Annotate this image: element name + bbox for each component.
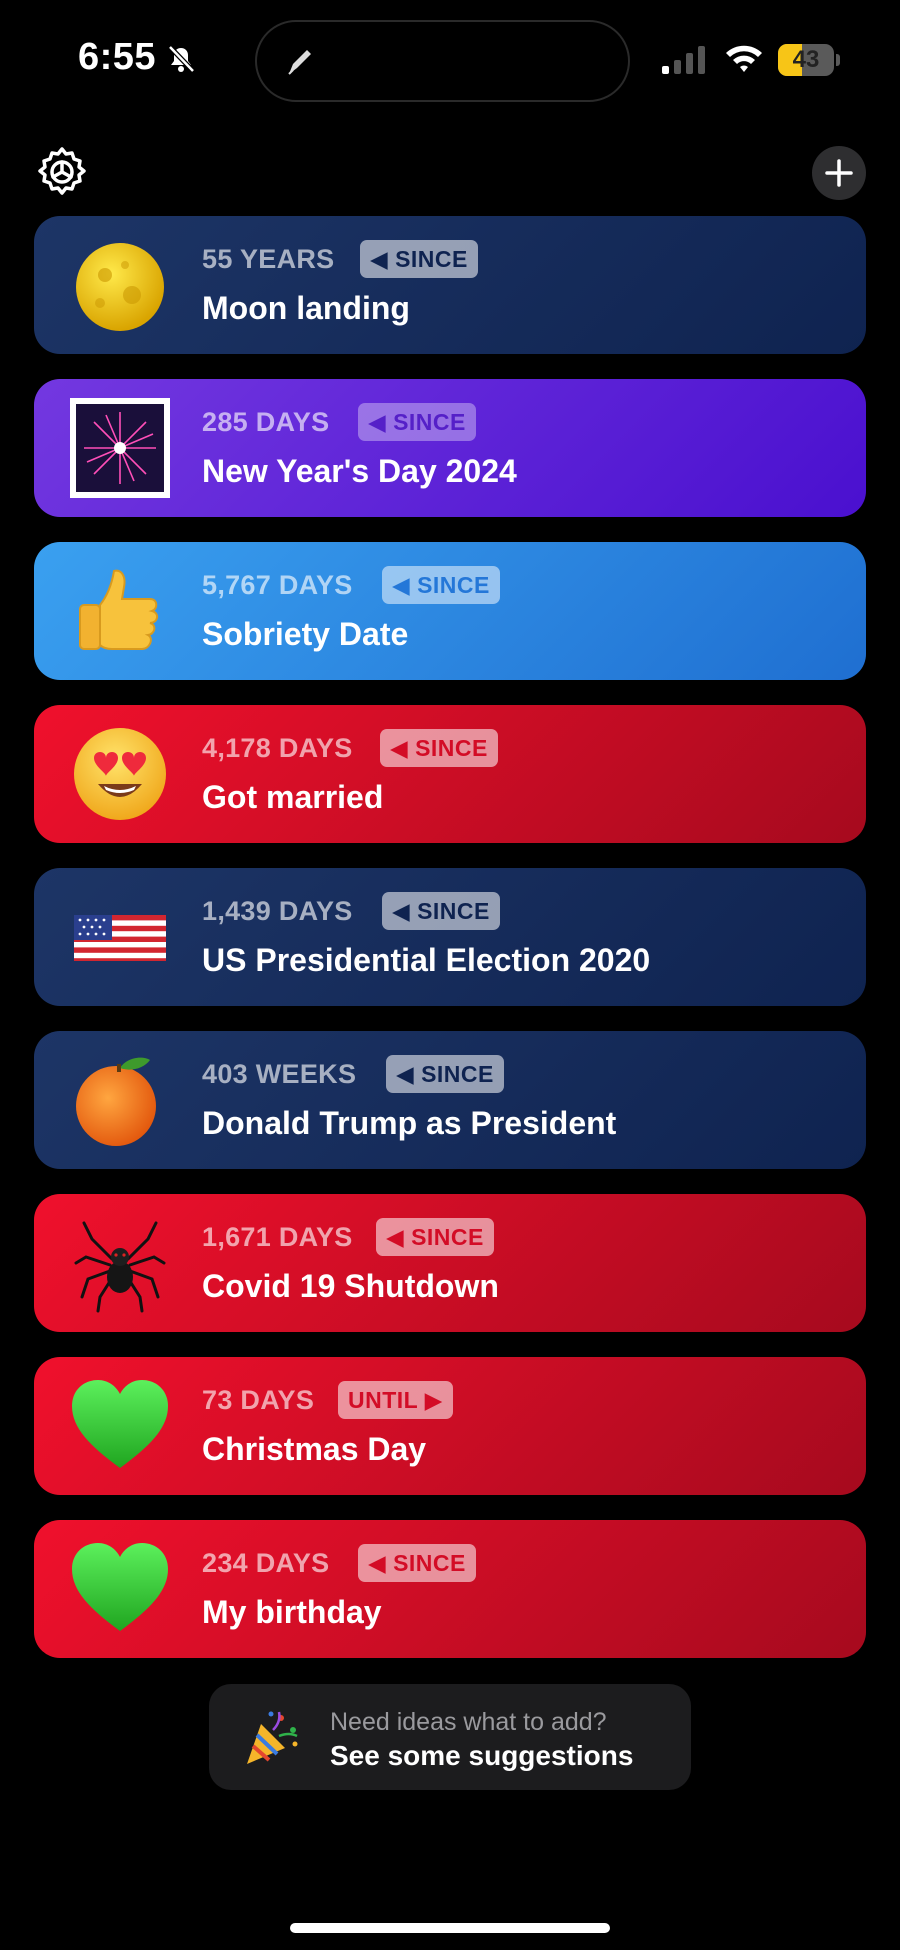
event-title: My birthday <box>202 1594 382 1630</box>
gear-icon[interactable] <box>36 146 88 198</box>
event-card-new-years-day[interactable]: 285 DAYS ◀ SINCE New Year's Day 2024 <box>34 379 866 517</box>
direction-badge: UNTIL ▶ <box>338 1381 453 1419</box>
pen-icon <box>288 50 311 75</box>
cellular-signal-icon <box>662 46 705 74</box>
suggestions-button[interactable]: Need ideas what to add? See some suggest… <box>209 1684 691 1790</box>
dynamic-island <box>255 20 630 102</box>
event-title: Christmas Day <box>202 1431 427 1467</box>
event-title: Covid 19 Shutdown <box>202 1268 499 1304</box>
party-popper-icon <box>247 1711 298 1764</box>
event-title: New Year's Day 2024 <box>202 453 517 489</box>
event-title: Sobriety Date <box>202 616 409 652</box>
orange-icon <box>76 1057 156 1146</box>
event-title: US Presidential Election 2020 <box>202 942 651 978</box>
event-title: Got married <box>202 779 384 815</box>
status-bar: 6:55 43 <box>0 0 900 120</box>
event-card-covid-shutdown[interactable]: 1,671 DAYS ◀ SINCE Covid 19 Shutdown <box>34 1194 866 1332</box>
event-card-us-election[interactable]: 1,439 DAYS ◀ SINCE US Presidential Elect… <box>34 868 866 1006</box>
direction-badge: ◀ SINCE <box>376 1218 494 1256</box>
battery-percent: 43 <box>792 46 820 73</box>
event-count: 403 WEEKS <box>202 1059 357 1089</box>
direction-badge: ◀ SINCE <box>386 1055 504 1093</box>
direction-badge: ◀ SINCE <box>382 566 500 604</box>
event-card-sobriety-date[interactable]: 5,767 DAYS ◀ SINCE Sobriety Date <box>34 542 866 680</box>
direction-badge: ◀ SINCE <box>360 240 478 278</box>
event-count: 234 DAYS <box>202 1548 330 1578</box>
event-title: Moon landing <box>202 290 410 326</box>
spider-icon <box>74 1221 166 1313</box>
us-flag-icon <box>74 915 166 961</box>
green-heart-icon <box>72 1380 168 1468</box>
direction-badge: ◀ SINCE <box>358 1544 476 1582</box>
direction-badge: ◀ SINCE <box>380 729 498 767</box>
event-list: 55 YEARS ◀ SINCE Moon landing 285 DAYS ◀… <box>34 216 866 1683</box>
add-event-button[interactable] <box>812 146 866 200</box>
event-count: 1,671 DAYS <box>202 1222 353 1252</box>
plus-icon <box>825 159 853 187</box>
event-card-trump-president[interactable]: 403 WEEKS ◀ SINCE Donald Trump as Presid… <box>34 1031 866 1169</box>
wifi-icon <box>726 45 762 72</box>
bell-muted-icon <box>168 45 195 73</box>
event-count: 55 YEARS <box>202 244 335 274</box>
event-count: 4,178 DAYS <box>202 733 353 763</box>
suggestions-prompt: Need ideas what to add? <box>330 1708 607 1736</box>
event-card-my-birthday[interactable]: 234 DAYS ◀ SINCE My birthday <box>34 1520 866 1658</box>
direction-badge: ◀ SINCE <box>382 892 500 930</box>
suggestions-action: See some suggestions <box>330 1740 634 1771</box>
event-card-moon-landing[interactable]: 55 YEARS ◀ SINCE Moon landing <box>34 216 866 354</box>
green-heart-icon <box>72 1543 168 1631</box>
event-count: 5,767 DAYS <box>202 570 353 600</box>
direction-badge: ◀ SINCE <box>358 403 476 441</box>
event-count: 285 DAYS <box>202 407 330 437</box>
event-card-christmas-day[interactable]: 73 DAYS UNTIL ▶ Christmas Day <box>34 1357 866 1495</box>
event-card-got-married[interactable]: 4,178 DAYS ◀ SINCE Got married <box>34 705 866 843</box>
heart-eyes-icon <box>74 728 166 820</box>
fireworks-icon <box>70 398 170 498</box>
event-count: 1,439 DAYS <box>202 896 353 926</box>
event-title: Donald Trump as President <box>202 1105 617 1141</box>
moon-icon <box>76 243 164 331</box>
battery-indicator: 43 <box>778 44 840 76</box>
home-indicator[interactable] <box>290 1923 610 1933</box>
event-count: 73 DAYS <box>202 1385 315 1415</box>
thumbs-up-icon <box>79 569 158 650</box>
status-time: 6:55 <box>78 36 157 78</box>
